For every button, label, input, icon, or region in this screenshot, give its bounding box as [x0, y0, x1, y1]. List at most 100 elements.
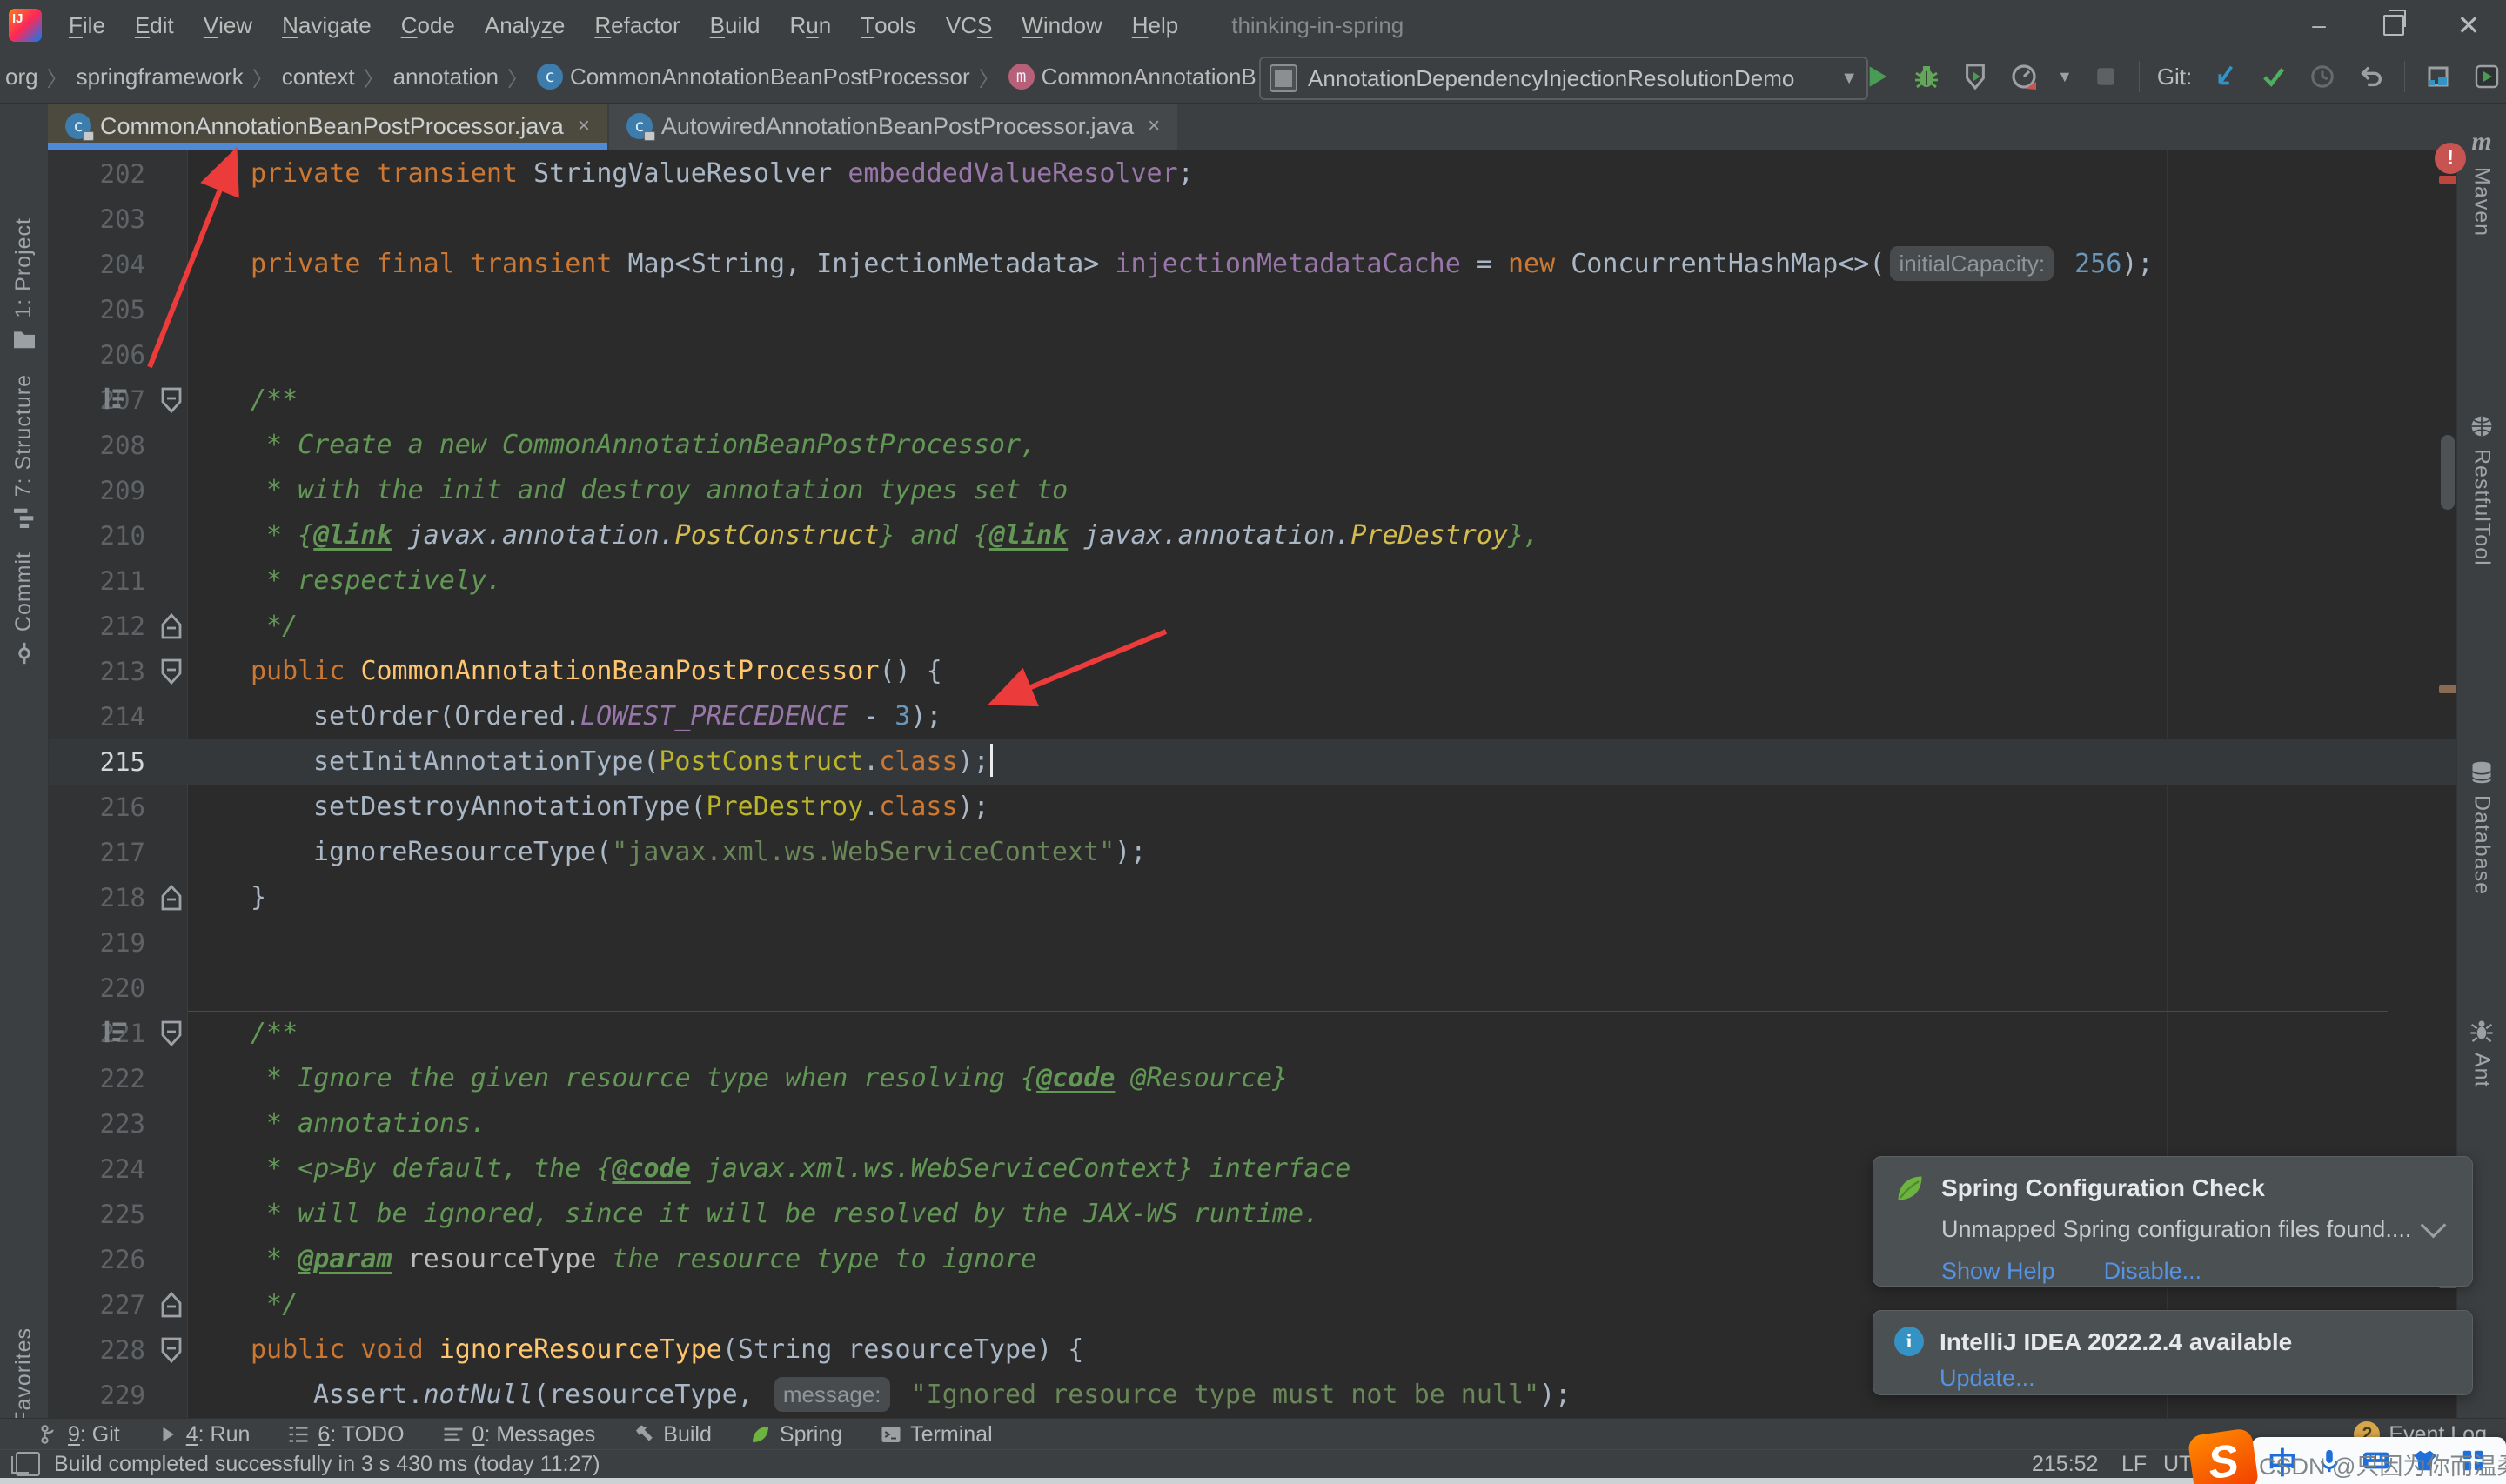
- caret-position-widget[interactable]: 215:52: [2032, 1450, 2098, 1478]
- code-line-211[interactable]: 211 * respectively.: [48, 558, 2457, 604]
- fold-start-icon[interactable]: [159, 658, 184, 685]
- disable-link[interactable]: Disable...: [2104, 1258, 2202, 1285]
- menu-item-view[interactable]: View: [189, 0, 267, 50]
- menu-item-window[interactable]: Window: [1007, 0, 1116, 50]
- show-help-link[interactable]: Show Help: [1941, 1258, 2055, 1285]
- fold-start-icon[interactable]: [159, 1019, 184, 1047]
- code-line-218[interactable]: 218}: [48, 875, 2457, 920]
- code-text: Assert.notNull(resourceType, message: "I…: [188, 1373, 1571, 1418]
- breadcrumb-item-commonannotationb[interactable]: mCommonAnnotationB: [1008, 64, 1256, 90]
- notification-idea-update[interactable]: i IntelliJ IDEA 2022.2.4 available Updat…: [1873, 1310, 2473, 1395]
- code-line-216[interactable]: 216setDestroyAnnotationType(PreDestroy.c…: [48, 785, 2457, 830]
- code-line-207[interactable]: 207/**: [48, 378, 2457, 423]
- breadcrumb-item-context[interactable]: context: [282, 64, 355, 90]
- breadcrumb-item-org[interactable]: org: [5, 64, 38, 90]
- fold-end-icon[interactable]: [159, 612, 184, 640]
- code-line-203[interactable]: 203: [48, 197, 2457, 242]
- menu-item-code[interactable]: Code: [386, 0, 470, 50]
- stop-button[interactable]: [2090, 61, 2121, 92]
- code-line-212[interactable]: 212 */: [48, 604, 2457, 649]
- debug-button[interactable]: [1911, 61, 1942, 92]
- code-line-208[interactable]: 208 * Create a new CommonAnnotationBeanP…: [48, 423, 2457, 468]
- editor-tab-1[interactable]: cAutowiredAnnotationBeanPostProcessor.ja…: [609, 103, 1177, 150]
- code-line-222[interactable]: 222 * Ignore the given resource type whe…: [48, 1056, 2457, 1101]
- line-separator-widget[interactable]: LF: [2121, 1450, 2147, 1478]
- menu-item-help[interactable]: Help: [1117, 0, 1193, 50]
- menu-item-navigate[interactable]: Navigate: [267, 0, 386, 50]
- notification-spring-config[interactable]: Spring Configuration Check Unmapped Spri…: [1873, 1156, 2473, 1287]
- code-line-214[interactable]: 214setOrder(Ordered.LOWEST_PRECEDENCE - …: [48, 694, 2457, 739]
- code-line-204[interactable]: 204private final transient Map<String, I…: [48, 242, 2457, 287]
- code-line-213[interactable]: 213public CommonAnnotationBeanPostProces…: [48, 649, 2457, 694]
- code-line-219[interactable]: 219: [48, 920, 2457, 966]
- code-line-210[interactable]: 210 * {@link javax.annotation.PostConstr…: [48, 513, 2457, 558]
- profiler-button[interactable]: [2008, 61, 2040, 92]
- code-line-217[interactable]: 217ignoreResourceType("javax.xml.ws.WebS…: [48, 830, 2457, 875]
- toolwindow-button--messages[interactable]: 0: Messages: [443, 1422, 596, 1447]
- error-stripe-mark[interactable]: [2439, 176, 2457, 184]
- breadcrumb-item-annotation[interactable]: annotation: [393, 64, 499, 90]
- stripe-button--structure[interactable]: 7: Structure: [0, 374, 48, 528]
- menu-item-refactor[interactable]: Refactor: [580, 0, 694, 50]
- close-button[interactable]: ✕: [2431, 0, 2506, 50]
- breadcrumb-item-commonannotationbeanpostprocessor[interactable]: cCommonAnnotationBeanPostProcessor: [537, 64, 970, 90]
- menu-item-build[interactable]: Build: [695, 0, 775, 50]
- menu-item-tools[interactable]: Tools: [846, 0, 931, 50]
- update-project-button[interactable]: [2209, 61, 2241, 92]
- menu-item-run[interactable]: Run: [775, 0, 847, 50]
- stripe-button-commit[interactable]: Commit: [0, 551, 48, 665]
- stripe-button-ant[interactable]: Ant: [2457, 1018, 2506, 1088]
- menu-item-edit[interactable]: Edit: [120, 0, 189, 50]
- sogou-logo-icon[interactable]: S: [2187, 1427, 2259, 1484]
- stripe-button-maven[interactable]: mMaven: [2457, 127, 2506, 237]
- inspections-error-badge[interactable]: !: [2435, 143, 2466, 174]
- run-configuration-select[interactable]: AnnotationDependencyInjectionResolutionD…: [1259, 57, 1868, 100]
- toolwindow-toggle-icon[interactable]: [16, 1452, 40, 1476]
- toolwindow-button--run[interactable]: 4: Run: [158, 1422, 251, 1447]
- menu-item-vcs[interactable]: VCS: [931, 0, 1007, 50]
- tab-close-icon[interactable]: ×: [578, 114, 590, 138]
- run-anything-button[interactable]: [2471, 61, 2503, 92]
- warning-stripe-mark[interactable]: [2439, 685, 2457, 693]
- restore-layout-button[interactable]: [2422, 61, 2454, 92]
- code-line-205[interactable]: 205: [48, 287, 2457, 332]
- code-line-215[interactable]: 215setInitAnnotationType(PostConstruct.c…: [48, 739, 2457, 785]
- run-with-coverage-button[interactable]: [1960, 61, 1991, 92]
- fold-start-icon[interactable]: [159, 386, 184, 414]
- toolwindow-button-spring[interactable]: Spring: [750, 1422, 842, 1447]
- fold-end-icon[interactable]: [159, 1291, 184, 1319]
- commit-button[interactable]: [2258, 61, 2289, 92]
- restore-button[interactable]: [2356, 0, 2431, 50]
- spring-leaf-icon: [1894, 1173, 1926, 1204]
- toolwindow-button--todo[interactable]: 6: TODO: [288, 1422, 404, 1447]
- toolwindow-button--git[interactable]: 9: Git: [38, 1422, 120, 1447]
- render-doc-icon[interactable]: [102, 1019, 130, 1044]
- status-message[interactable]: Build completed successfully in 3 s 430 …: [54, 1452, 600, 1477]
- editor-scrollbar[interactable]: [2441, 435, 2455, 510]
- code-line-206[interactable]: 206: [48, 332, 2457, 378]
- editor-tab-0[interactable]: cCommonAnnotationBeanPostProcessor.java×: [48, 103, 607, 150]
- menu-item-file[interactable]: File: [54, 0, 120, 50]
- update-link[interactable]: Update...: [1940, 1365, 2035, 1392]
- minimize-button[interactable]: –: [2282, 0, 2356, 50]
- fold-start-icon[interactable]: [159, 1336, 184, 1364]
- menu-item-analyze[interactable]: Analyze: [470, 0, 580, 50]
- toolwindow-button-build[interactable]: Build: [633, 1422, 712, 1447]
- code-line-220[interactable]: 220: [48, 966, 2457, 1011]
- stripe-button-restfultool[interactable]: RestfulTool: [2457, 414, 2506, 566]
- breadcrumb-item-springframework[interactable]: springframework: [77, 64, 244, 90]
- tab-close-icon[interactable]: ×: [1148, 114, 1160, 138]
- run-options-chevron-icon[interactable]: ▼: [2057, 68, 2073, 86]
- line-number: 210: [48, 513, 145, 558]
- code-line-223[interactable]: 223 * annotations.: [48, 1101, 2457, 1146]
- code-line-209[interactable]: 209 * with the init and destroy annotati…: [48, 468, 2457, 513]
- render-doc-icon[interactable]: [102, 386, 130, 411]
- toolwindow-button-terminal[interactable]: Terminal: [881, 1422, 992, 1447]
- stripe-button-database[interactable]: Database: [2457, 760, 2506, 895]
- stripe-button--project[interactable]: 1: Project: [0, 217, 48, 350]
- rollback-button[interactable]: [2355, 61, 2387, 92]
- code-line-202[interactable]: 202private transient StringValueResolver…: [48, 151, 2457, 197]
- run-button[interactable]: [1862, 61, 1893, 92]
- code-line-221[interactable]: 221/**: [48, 1011, 2457, 1056]
- fold-end-icon[interactable]: [159, 884, 184, 912]
